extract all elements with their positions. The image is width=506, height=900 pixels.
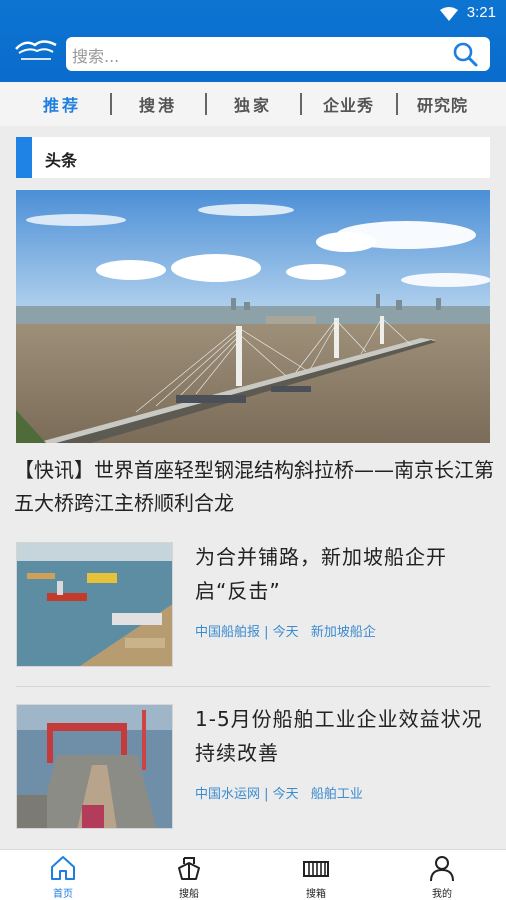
news-title[interactable]: 为合并铺路，新加坡船企开启“反击”: [195, 540, 493, 608]
hero-headline[interactable]: 【快讯】世界首座轻型钢混结构斜拉桥——南京长江第五大桥跨江主桥顺利合龙: [14, 454, 496, 520]
tab-search-container-label: 搜箱: [306, 889, 326, 900]
tab-search-container[interactable]: 搜箱: [276, 850, 356, 900]
search-input[interactable]: 搜索...: [72, 43, 119, 67]
tab-separator: [300, 93, 302, 115]
bridge-photo: [16, 190, 490, 443]
hero-image[interactable]: [16, 190, 490, 443]
tab-enterprise-show[interactable]: 企业秀: [323, 92, 374, 116]
tab-recommend[interactable]: 推荐: [43, 92, 81, 116]
tab-search-ship-label: 搜船: [179, 889, 199, 900]
tab-me[interactable]: 我的: [402, 850, 482, 900]
app-logo[interactable]: [13, 33, 59, 67]
tab-separator: [205, 93, 207, 115]
news-thumbnail: [16, 704, 173, 829]
news-date: 今天: [272, 787, 299, 802]
news-meta: 中国水运网 | 今天 船舶工业: [195, 783, 363, 802]
user-icon: [430, 856, 454, 882]
tab-search-ship[interactable]: 搜船: [149, 850, 229, 900]
meta-separator: |: [264, 787, 273, 802]
status-time: 3:21: [466, 4, 496, 21]
tab-separator: [396, 93, 398, 115]
container-icon: [303, 861, 329, 877]
app-header: 3:21 搜索...: [0, 0, 506, 82]
tab-me-label: 我的: [432, 889, 452, 900]
news-date: 今天: [272, 625, 299, 640]
wifi-icon: [440, 7, 458, 21]
tab-home[interactable]: 首页: [23, 850, 103, 900]
home-icon: [51, 856, 75, 880]
news-source: 中国船舶报: [195, 625, 261, 640]
tab-home-label: 首页: [53, 889, 73, 900]
tab-exclusive[interactable]: 独家: [234, 92, 272, 116]
meta-separator: |: [264, 625, 273, 640]
section-title: 头条: [45, 151, 78, 170]
ship-icon: [178, 857, 200, 880]
category-tabs: 推荐 搜港 独家 企业秀 研究院: [0, 82, 506, 126]
list-divider: [16, 686, 490, 687]
news-source: 中国水运网: [195, 787, 261, 802]
news-meta: 中国船舶报 | 今天 新加坡船企: [195, 621, 376, 640]
bottom-tab-bar: 首页 搜船 搜箱 我的: [0, 849, 506, 900]
search-bar[interactable]: 搜索...: [66, 37, 490, 71]
news-item[interactable]: 1-5月份船舶工业企业效益状况持续改善 中国水运网 | 今天 船舶工业: [0, 704, 506, 834]
news-tag[interactable]: 船舶工业: [311, 787, 363, 802]
section-header: 头条: [16, 137, 490, 178]
news-thumbnail: [16, 542, 173, 667]
tab-research[interactable]: 研究院: [417, 92, 468, 116]
tab-search-port[interactable]: 搜港: [139, 92, 177, 116]
news-item[interactable]: 为合并铺路，新加坡船企开启“反击” 中国船舶报 | 今天 新加坡船企: [0, 542, 506, 672]
news-tag[interactable]: 新加坡船企: [311, 625, 376, 640]
status-bar: 3:21: [0, 0, 506, 28]
tab-separator: [110, 93, 112, 115]
section-accent-bar: [16, 137, 32, 178]
news-title[interactable]: 1-5月份船舶工业企业效益状况持续改善: [195, 702, 493, 770]
search-icon[interactable]: [452, 41, 478, 67]
